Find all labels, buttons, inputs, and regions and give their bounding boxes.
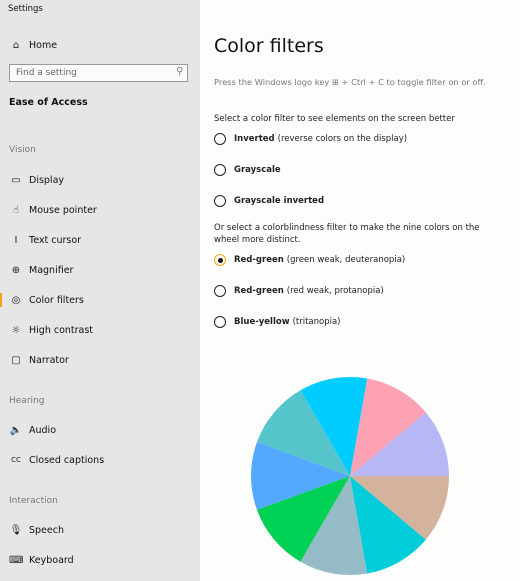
mouse-pointer-icon: ☝ <box>12 204 20 216</box>
sidebar-item-display[interactable]: ▭ Display <box>0 165 200 195</box>
radio-grayscale[interactable]: Grayscale <box>214 164 284 176</box>
sidebar-item-high-contrast[interactable]: ☼ High contrast <box>0 315 200 345</box>
radio-label: Red-green <box>234 255 284 265</box>
closed-captions-icon: CC <box>11 456 21 464</box>
radio-desc: (green weak, deuteranopia) <box>286 255 406 265</box>
radio-label: Blue-yellow <box>234 317 290 327</box>
search-icon[interactable]: ⚲ <box>176 66 183 77</box>
sidebar-item-color-filters[interactable]: ◎ Color filters <box>0 285 200 315</box>
radio-blue-yellow-tritanopia[interactable]: Blue-yellow (tritanopia) <box>214 316 340 328</box>
sidebar-item-label: High contrast <box>29 324 94 336</box>
radio-circle[interactable] <box>214 133 226 145</box>
search-placeholder: Find a setting <box>16 68 77 78</box>
audio-icon: 🔈 <box>9 424 23 436</box>
radio-circle[interactable] <box>214 195 226 207</box>
sidebar-item-label: Keyboard <box>29 554 74 566</box>
magnifier-icon: ⊕ <box>11 264 21 276</box>
narrator-icon: ▢ <box>11 354 21 366</box>
radio-label: Red-green <box>234 286 284 296</box>
app-title: Settings <box>8 4 43 14</box>
sidebar-item-closed-captions[interactable]: CC Closed captions <box>0 445 200 475</box>
sidebar-item-label: Color filters <box>29 294 84 306</box>
radio-circle[interactable] <box>214 285 226 297</box>
sidebar-item-label: Home <box>29 39 58 51</box>
radio-desc: (red weak, protanopia) <box>286 286 384 296</box>
shortcut-hint: Press the Windows logo key ⊞ + Ctrl + C … <box>214 77 486 87</box>
sidebar-item-label: Narrator <box>29 354 69 366</box>
radio-desc: (tritanopia) <box>292 317 341 327</box>
sidebar-item-label: Closed captions <box>29 454 105 466</box>
sidebar-item-label: Display <box>29 174 65 186</box>
radio-circle[interactable] <box>214 316 226 328</box>
sidebar-item-label: Audio <box>29 424 57 436</box>
radio-red-green-protanopia[interactable]: Red-green (red weak, protanopia) <box>214 285 384 297</box>
search-input[interactable]: Find a setting ⚲ <box>9 64 188 82</box>
filter-prompt: Select a color filter to see elements on… <box>214 114 455 124</box>
radio-circle[interactable] <box>214 164 226 176</box>
sidebar-item-label: Speech <box>29 524 64 536</box>
colorblind-prompt: Or select a colorblindness filter to mak… <box>214 223 480 245</box>
radio-red-green-deuteranopia[interactable]: Red-green (green weak, deuteranopia) <box>214 254 405 266</box>
radio-circle[interactable] <box>214 254 226 266</box>
sidebar-item-speech[interactable]: 🎙 Speech <box>0 515 200 545</box>
display-icon: ▭ <box>11 174 21 186</box>
color-wheel <box>251 377 449 575</box>
color-filters-icon: ◎ <box>11 294 21 306</box>
sidebar-item-home[interactable]: ⌂ Home <box>0 30 200 60</box>
radio-inverted[interactable]: Inverted (reverse colors on the display) <box>214 133 407 145</box>
sidebar-item-text-cursor[interactable]: I Text cursor <box>0 225 200 255</box>
home-icon: ⌂ <box>12 39 20 51</box>
radio-grayscale-inverted[interactable]: Grayscale inverted <box>214 195 327 207</box>
speech-icon: 🎙 <box>9 524 23 536</box>
sidebar-item-magnifier[interactable]: ⊕ Magnifier <box>0 255 200 285</box>
keyboard-icon: ⌨ <box>9 554 24 566</box>
sidebar-item-label: Text cursor <box>29 234 82 246</box>
sidebar: Settings ⌂ Home Find a setting ⚲ Ease of… <box>0 0 200 581</box>
sidebar-item-audio[interactable]: 🔈 Audio <box>0 415 200 445</box>
section-vision: Vision <box>9 145 36 155</box>
radio-label: Grayscale inverted <box>234 196 325 206</box>
sidebar-item-narrator[interactable]: ▢ Narrator <box>0 345 200 375</box>
radio-label: Grayscale <box>234 165 281 175</box>
sidebar-item-keyboard[interactable]: ⌨ Keyboard <box>0 545 200 575</box>
sidebar-item-label: Mouse pointer <box>29 204 97 216</box>
high-contrast-icon: ☼ <box>11 324 21 336</box>
page-title: Color filters <box>214 35 324 57</box>
sidebar-item-mouse-pointer[interactable]: ☝ Mouse pointer <box>0 195 200 225</box>
text-cursor-icon: I <box>14 234 18 246</box>
section-interaction: Interaction <box>9 496 58 506</box>
radio-label: Inverted <box>234 134 275 144</box>
sidebar-item-label: Magnifier <box>29 264 74 276</box>
radio-desc: (reverse colors on the display) <box>277 134 408 144</box>
category-heading: Ease of Access <box>9 97 88 108</box>
section-hearing: Hearing <box>9 396 45 406</box>
